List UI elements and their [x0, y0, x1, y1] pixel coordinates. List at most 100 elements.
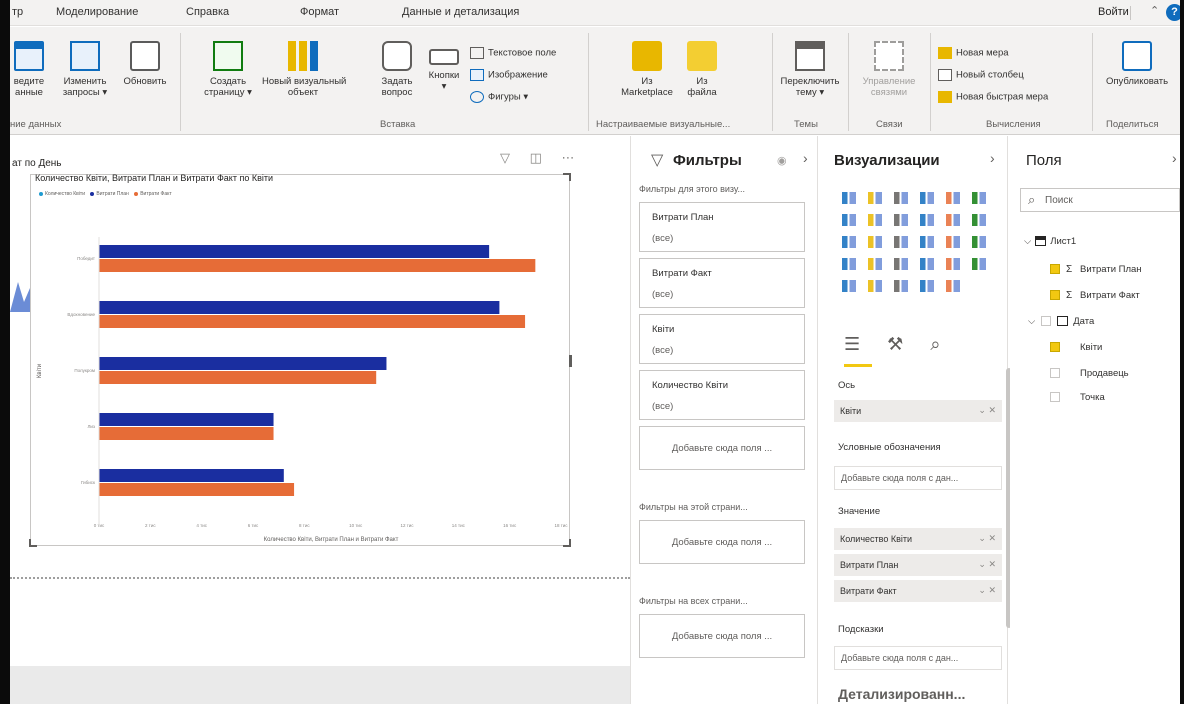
text-box-button[interactable]: Текстовое поле: [470, 47, 556, 59]
help-icon[interactable]: ?: [1166, 4, 1180, 21]
enter-data-button[interactable]: ведите анные: [10, 41, 48, 98]
value-field-pill[interactable]: Витрати Факт ⌄ ✕: [834, 580, 1002, 602]
value-field-pill[interactable]: Витрати План ⌄ ✕: [834, 554, 1002, 576]
donut-icon[interactable]: [894, 236, 908, 248]
field-checkbox[interactable]: [1050, 392, 1060, 403]
field-checkbox[interactable]: [1050, 264, 1060, 275]
bar-fact[interactable]: [99, 427, 274, 440]
field-item[interactable]: Продавець: [1050, 368, 1129, 379]
field-item[interactable]: Точка: [1050, 392, 1105, 403]
resize-handle[interactable]: [29, 539, 37, 547]
tooltips-drop-zone[interactable]: Добавьте сюда поля с дан...: [834, 646, 1002, 670]
analytics-magnifier-icon[interactable]: ⌕: [930, 334, 940, 354]
column-icon[interactable]: [920, 192, 934, 204]
image-button[interactable]: Изображение: [470, 69, 548, 81]
new-column-button[interactable]: Новый столбец: [938, 69, 1024, 81]
bar-plan[interactable]: [99, 245, 490, 258]
scatter-icon[interactable]: [972, 214, 986, 226]
chevron-right-icon[interactable]: ›: [1172, 150, 1177, 166]
more-icon[interactable]: [946, 280, 960, 292]
area-icon[interactable]: [868, 214, 882, 226]
new-quick-measure-button[interactable]: Новая быстрая мера: [938, 91, 1048, 103]
resize-handle[interactable]: [569, 355, 572, 367]
from-file-button[interactable]: Из файла: [680, 41, 724, 98]
chevron-down-icon[interactable]: ⌵: [1028, 316, 1035, 327]
bar-fact[interactable]: [99, 371, 377, 384]
filter-card[interactable]: Количество Квіти (все): [639, 370, 805, 420]
menu-item-format[interactable]: Формат: [300, 6, 339, 18]
remove-field-icon[interactable]: ⌄ ✕: [978, 405, 996, 416]
remove-field-icon[interactable]: ⌄ ✕: [978, 533, 996, 544]
field-checkbox[interactable]: [1041, 316, 1052, 327]
clustered-column-icon[interactable]: [868, 192, 882, 204]
field-item[interactable]: ⌵ Дата: [1028, 316, 1094, 327]
table-node[interactable]: ⌵ Лист1: [1024, 236, 1076, 247]
shapes-button[interactable]: Фигуры ▾: [470, 91, 528, 103]
manage-relationships-button[interactable]: Управление связями: [856, 41, 922, 98]
line-icon[interactable]: [842, 214, 856, 226]
key-influencers-icon[interactable]: [894, 280, 908, 292]
globe-icon[interactable]: [920, 280, 934, 292]
resize-handle[interactable]: [563, 539, 571, 547]
line-column-icon[interactable]: [920, 214, 934, 226]
bar-chart-visual[interactable]: Количество Квіти, Витрати План и Витрати…: [29, 173, 572, 547]
multi-row-card-icon[interactable]: [894, 258, 908, 270]
ask-question-button[interactable]: Задать вопрос: [372, 41, 422, 98]
bar-icon[interactable]: [946, 192, 960, 204]
eye-icon[interactable]: ◉: [777, 154, 787, 167]
remove-field-icon[interactable]: ⌄ ✕: [978, 585, 996, 596]
filters-drop-zone-page[interactable]: Добавьте сюда поля ...: [639, 520, 805, 564]
bar-fact[interactable]: [99, 483, 295, 496]
menu-item-data-drill[interactable]: Данные и детализация: [402, 6, 519, 18]
switch-theme-button[interactable]: Переключить тему ▾: [778, 41, 842, 98]
publish-button[interactable]: Опубликовать: [1098, 41, 1176, 87]
new-visual-button[interactable]: Новый визуальный объект: [262, 41, 346, 98]
field-search-input[interactable]: Поиск: [1020, 188, 1180, 212]
gauge-icon[interactable]: [842, 258, 856, 270]
card-icon[interactable]: [868, 258, 882, 270]
marketplace-button[interactable]: Из Marketplace: [614, 41, 680, 98]
ribbon-icon[interactable]: [972, 192, 986, 204]
chevron-right-icon[interactable]: ›: [990, 150, 995, 166]
menu-item-help[interactable]: Справка: [186, 6, 229, 18]
bar-plan[interactable]: [99, 413, 274, 426]
chevron-right-icon[interactable]: ›: [803, 150, 808, 166]
edit-queries-button[interactable]: Изменить запросы ▾: [54, 41, 116, 98]
pie-icon[interactable]: [842, 236, 856, 248]
funnel-icon[interactable]: [868, 236, 882, 248]
resize-handle[interactable]: [563, 173, 571, 181]
filter-card[interactable]: Витрати План (все): [639, 202, 805, 252]
bar-plan[interactable]: [99, 357, 387, 370]
py-visual-icon[interactable]: [842, 280, 856, 292]
value-field-pill[interactable]: Количество Квіти ⌄ ✕: [834, 528, 1002, 550]
filled-map-icon[interactable]: [972, 236, 986, 248]
treemap-icon[interactable]: [920, 236, 934, 248]
kpi-icon[interactable]: [920, 258, 934, 270]
remove-field-icon[interactable]: ⌄ ✕: [978, 559, 996, 570]
field-item[interactable]: Квіти: [1050, 342, 1102, 353]
buttons-button[interactable]: Кнопки ▾: [424, 41, 464, 92]
axis-field-pill[interactable]: Квіти ⌄ ✕: [834, 400, 1002, 422]
bar-fact[interactable]: [99, 259, 536, 272]
bar-plan[interactable]: [99, 469, 284, 482]
field-checkbox[interactable]: [1050, 290, 1060, 301]
filter-card[interactable]: Квіти (все): [639, 314, 805, 364]
field-item[interactable]: Σ Витрати План: [1050, 264, 1142, 275]
report-canvas[interactable]: ат по День ▽ ◫ ⋯ Количество Квіти, Витра…: [10, 136, 630, 704]
bar-plan[interactable]: [99, 301, 500, 314]
field-checkbox[interactable]: [1050, 342, 1060, 353]
menu-item-modeling[interactable]: Моделирование: [56, 6, 138, 18]
filters-drop-zone-all[interactable]: Добавьте сюда поля ...: [639, 614, 805, 658]
map-icon[interactable]: [946, 236, 960, 248]
new-page-button[interactable]: Создать страницу ▾: [196, 41, 260, 98]
menu-item-view[interactable]: тр: [12, 6, 23, 18]
fields-well-icon[interactable]: ☰: [844, 334, 860, 354]
visual-header-icons[interactable]: ▽ ◫ ⋯: [500, 150, 583, 166]
filters-drop-zone-visual[interactable]: Добавьте сюда поля ...: [639, 426, 805, 470]
slicer-icon[interactable]: [946, 258, 960, 270]
format-paint-roller-icon[interactable]: ⚒: [887, 334, 903, 354]
sign-in-link[interactable]: Войти: [1098, 6, 1129, 18]
collapse-ribbon-icon[interactable]: ⌃: [1150, 4, 1159, 17]
chevron-down-icon[interactable]: ⌵: [1024, 236, 1031, 247]
field-checkbox[interactable]: [1050, 368, 1060, 379]
